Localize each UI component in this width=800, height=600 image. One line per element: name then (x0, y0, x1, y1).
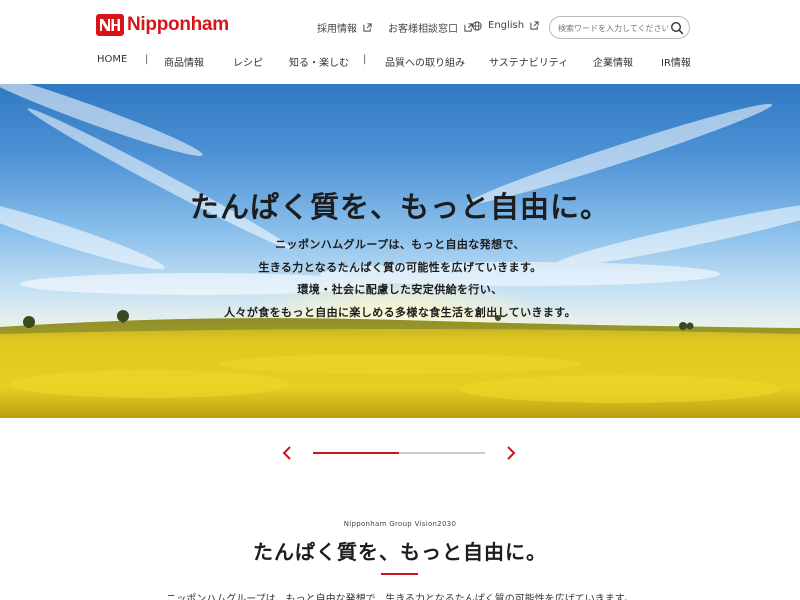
recruit-link[interactable]: 採用情報 (317, 20, 372, 35)
search-input[interactable] (558, 20, 668, 36)
globe-icon (472, 20, 482, 31)
nav-divider: | (363, 54, 367, 65)
nav-company[interactable]: 企業情報 (593, 54, 633, 69)
chevron-left-icon[interactable] (280, 444, 294, 462)
hero-line: ニッポンハムグループは、もっと自由な発想で、 (275, 238, 525, 251)
nipponham-logo[interactable]: Nipponham (96, 14, 229, 36)
nav-recipes[interactable]: レシピ (233, 54, 263, 69)
english-link[interactable]: English (472, 20, 539, 31)
english-link-label: English (488, 20, 525, 31)
search-icon[interactable] (670, 21, 684, 35)
slider-progress-fill (313, 452, 399, 454)
site-header: Nipponham 採用情報 お客様相談窓口 English 検索ワードを入力し… (0, 0, 800, 84)
nh-logo-icon (96, 14, 124, 36)
hero-line: 人々が食をもっと自由に楽しめる多様な食生活を創出していきます。 (224, 305, 576, 319)
hero-line: 生きる力となるたんぱく質の可能性を広げていきます。 (258, 260, 542, 274)
hero-line: 環境・社会に配慮した安定供給を行い、 (297, 283, 503, 296)
nav-sustainability[interactable]: サステナビリティ (489, 54, 568, 69)
global-nav: HOME | 商品情報 レシピ 知る・楽しむ | 品質への取り組み サステナビリ… (0, 54, 800, 69)
nav-ir[interactable]: IR情報 (661, 54, 691, 69)
nav-quality[interactable]: 品質への取り組み (385, 54, 465, 69)
logo-text: Nipponham (127, 14, 229, 35)
hero-title: たんぱく質を、もっと自由に。 (189, 190, 610, 224)
hero-description: ニッポンハムグループは、もっと自由な発想で、 生きる力となるたんぱく質の可能性を… (0, 234, 800, 324)
vision-section-title: たんぱく質を、もっと自由に。 (253, 540, 547, 564)
hero-slide: たんぱく質を、もっと自由に。 ニッポンハムグループは、もっと自由な発想で、 生き… (0, 84, 800, 418)
external-link-icon (530, 21, 539, 30)
vision-divider (381, 573, 418, 575)
nav-products[interactable]: 商品情報 (164, 54, 204, 69)
nav-divider: | (145, 54, 149, 65)
vision-section-label: Nipponham Group Vision2030 (343, 520, 457, 528)
recruit-link-label: 採用情報 (317, 24, 357, 35)
external-link-icon (363, 23, 372, 32)
customer-support-link-label: お客様相談窓口 (388, 24, 458, 35)
slider-progress-bar (313, 452, 485, 454)
customer-support-link[interactable]: お客様相談窓口 (388, 20, 473, 35)
search-box (549, 16, 690, 39)
nav-home[interactable]: HOME (97, 54, 127, 65)
vision-section-body: ニッポンハムグループは、もっと自由な発想で、生きる力となるたんぱく質の可能性を広… (166, 594, 634, 600)
nav-learn-enjoy[interactable]: 知る・楽しむ (289, 54, 349, 69)
chevron-right-icon[interactable] (504, 444, 518, 462)
